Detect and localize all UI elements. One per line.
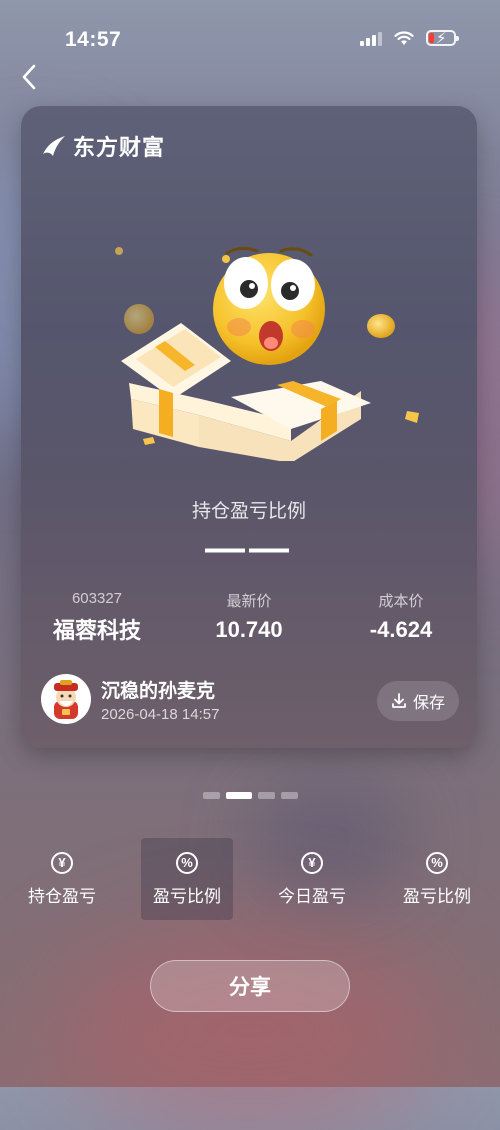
eastmoney-logo-icon (43, 136, 65, 156)
save-button[interactable]: 保存 (376, 681, 459, 721)
tab-label: 盈亏比例 (403, 886, 471, 906)
yen-icon: ¥ (301, 851, 323, 874)
user-info: 沉稳的孙麦克 2026-04-18 14:57 (41, 674, 219, 724)
latest-price-stat: 最新价 10.740 (173, 590, 325, 645)
chevron-left-icon (22, 64, 36, 90)
stock-name: 福蓉科技 (52, 618, 141, 643)
brand-name: 东方财富 (73, 135, 166, 160)
wifi-icon (394, 30, 414, 45)
back-button[interactable] (14, 62, 44, 92)
status-time: 14:57 (65, 28, 122, 51)
status-icons: ⚡ (360, 30, 459, 47)
cellular-signal-icon (360, 30, 382, 46)
tab-pnl-ratio-2[interactable]: % 盈亏比例 (391, 838, 483, 920)
stock-code: 603327 (71, 590, 123, 607)
latest-price-value: 10.740 (215, 617, 283, 642)
yen-icon: ¥ (51, 851, 73, 874)
card-pager[interactable] (0, 792, 500, 799)
brand: 东方财富 (41, 130, 165, 162)
cost-price-value: -4.624 (369, 617, 433, 642)
tab-holding-pnl[interactable]: ¥ 持仓盈亏 (16, 838, 108, 920)
cost-price-stat: 成本价 -4.624 (325, 590, 477, 645)
tab-label: 持仓盈亏 (28, 886, 96, 906)
tab-label: 盈亏比例 (153, 886, 221, 906)
percent-icon: % (426, 851, 448, 874)
share-button[interactable]: 分享 (150, 960, 350, 1012)
tab-today-pnl[interactable]: ¥ 今日盈亏 (266, 838, 358, 920)
pager-dot[interactable] (257, 792, 275, 799)
download-icon (392, 693, 406, 708)
pnl-share-card: 东方财富 持仓盈亏比例 —— 603327 福蓉科技 最新价 10.740 成本… (21, 106, 477, 748)
pager-dot-active[interactable] (225, 792, 252, 799)
avatar (41, 674, 91, 724)
fortune-god-avatar-icon (54, 680, 78, 719)
battery-icon: ⚡ (426, 30, 459, 47)
surprised-emoji-gift-illustration (115, 246, 419, 461)
tab-pnl-ratio[interactable]: % 盈亏比例 (141, 838, 233, 920)
save-label: 保存 (412, 695, 445, 712)
percent-icon: % (176, 851, 198, 874)
pager-dot[interactable] (280, 792, 298, 799)
stock-code-stat: 603327 福蓉科技 (21, 590, 173, 645)
card-style-tabs: ¥ 持仓盈亏 % 盈亏比例 ¥ 今日盈亏 % 盈亏比例 (0, 838, 500, 920)
share-datetime: 2026-04-18 14:57 (101, 705, 220, 723)
latest-price-label: 最新价 (226, 593, 272, 610)
user-name: 沉稳的孙麦克 (101, 680, 216, 702)
pnl-ratio-value: —— (205, 526, 293, 570)
tab-label: 今日盈亏 (278, 886, 346, 906)
stock-stats: 603327 福蓉科技 最新价 10.740 成本价 -4.624 (21, 590, 477, 645)
cost-price-label: 成本价 (378, 593, 424, 610)
pager-dot[interactable] (202, 792, 220, 799)
pnl-ratio-label: 持仓盈亏比例 (191, 501, 306, 522)
